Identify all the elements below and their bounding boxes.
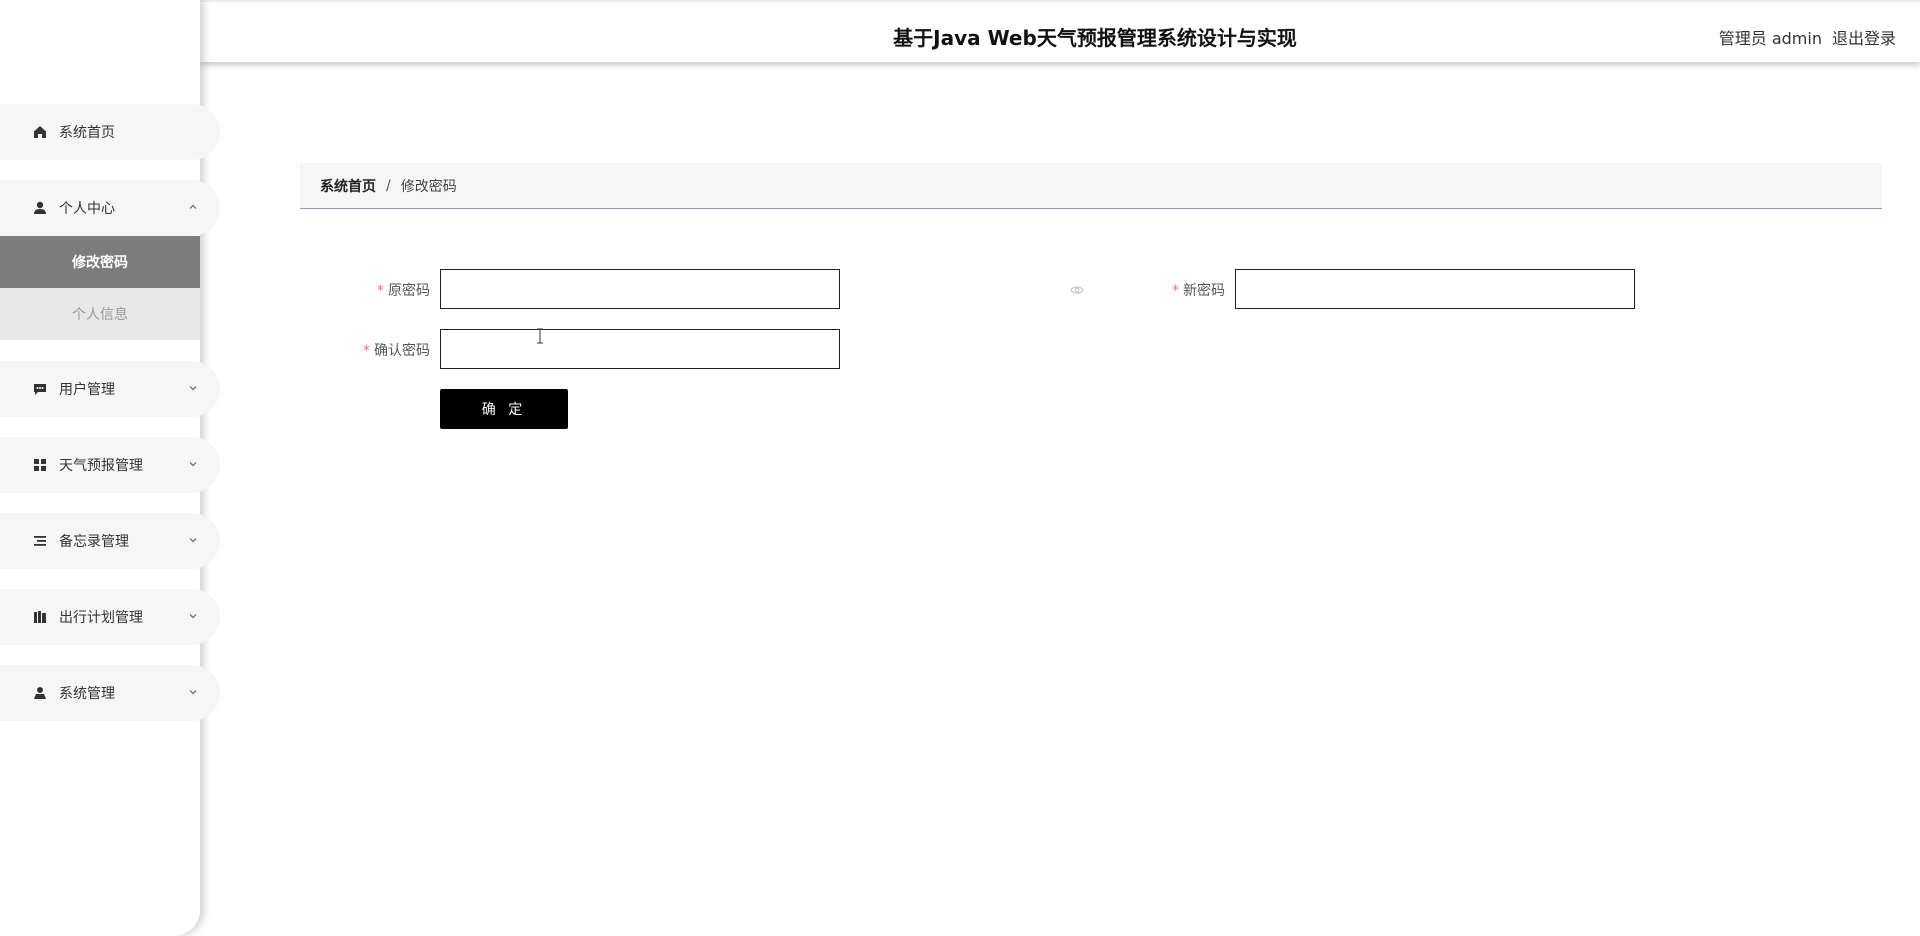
confirm-password-label-text: 确认密码 (374, 343, 430, 359)
breadcrumb-separator: / (386, 177, 391, 194)
required-mark: * (363, 343, 370, 359)
sidebar-item-user-management[interactable]: 用户管理 (0, 361, 220, 417)
admin-user-label: 管理员 admin (1718, 29, 1822, 48)
confirm-button[interactable]: 确 定 (440, 389, 568, 429)
book-icon (33, 610, 47, 624)
chevron-down-icon (188, 533, 198, 543)
sidebar-item-memo-management[interactable]: 备忘录管理 (0, 513, 220, 569)
chevron-down-icon (188, 381, 198, 391)
sidebar-item-system-management[interactable]: 系统管理 (0, 665, 220, 721)
confirm-password-input[interactable] (440, 329, 840, 369)
list-icon (33, 534, 47, 548)
old-password-label-text: 原密码 (388, 283, 430, 299)
home-icon (33, 125, 47, 139)
old-password-label: * 原密码 (350, 280, 430, 300)
person-icon (33, 201, 47, 215)
sidebar: 系统首页 个人中心 修改密码 个人信息 用户管理 天气预报管理 备忘录管理 出行… (0, 0, 220, 936)
breadcrumb: 系统首页 / 修改密码 (300, 163, 1882, 209)
required-mark: * (1172, 283, 1179, 299)
new-password-label-text: 新密码 (1183, 283, 1225, 299)
sidebar-item-label: 个人中心 (59, 201, 115, 217)
chevron-down-icon (188, 457, 198, 467)
new-password-label: * 新密码 (1145, 280, 1225, 300)
required-mark: * (377, 283, 384, 299)
sidebar-item-label: 天气预报管理 (59, 458, 143, 474)
chat-icon (33, 382, 47, 396)
sidebar-subitem-label: 修改密码 (72, 255, 128, 271)
sidebar-item-weather-management[interactable]: 天气预报管理 (0, 437, 220, 493)
breadcrumb-home-link[interactable]: 系统首页 (320, 176, 376, 196)
new-password-input[interactable] (1235, 269, 1635, 309)
sidebar-item-label: 出行计划管理 (59, 610, 143, 626)
sidebar-subitem-change-password[interactable]: 修改密码 (0, 236, 200, 288)
text-cursor-icon (537, 328, 543, 344)
chevron-up-icon (188, 200, 198, 210)
sidebar-item-label: 系统首页 (59, 125, 115, 141)
sidebar-item-personal-center[interactable]: 个人中心 (0, 180, 220, 236)
page-title: 基于Java Web天气预报管理系统设计与实现 (893, 26, 1297, 50)
sidebar-item-travel-plan-management[interactable]: 出行计划管理 (0, 589, 220, 645)
sidebar-subitem-personal-info[interactable]: 个人信息 (0, 288, 200, 340)
chevron-down-icon (188, 609, 198, 619)
old-password-input[interactable] (440, 269, 840, 309)
top-header: 基于Java Web天气预报管理系统设计与实现 管理员 admin 退出登录 (200, 0, 1920, 62)
chevron-down-icon (188, 685, 198, 695)
sidebar-item-label: 备忘录管理 (59, 534, 129, 550)
sidebar-item-label: 系统管理 (59, 686, 115, 702)
sidebar-item-home[interactable]: 系统首页 (0, 104, 220, 160)
sidebar-subitem-label: 个人信息 (72, 307, 128, 323)
header-user-area: 管理员 admin 退出登录 (1719, 25, 1896, 49)
grid-icon (33, 458, 47, 472)
confirm-password-label: * 确认密码 (340, 340, 430, 360)
breadcrumb-current: 修改密码 (400, 178, 457, 195)
user-icon (33, 686, 47, 700)
eye-icon[interactable] (1070, 281, 1084, 294)
logout-button[interactable]: 退出登录 (1832, 25, 1896, 49)
sidebar-item-label: 用户管理 (59, 382, 115, 398)
